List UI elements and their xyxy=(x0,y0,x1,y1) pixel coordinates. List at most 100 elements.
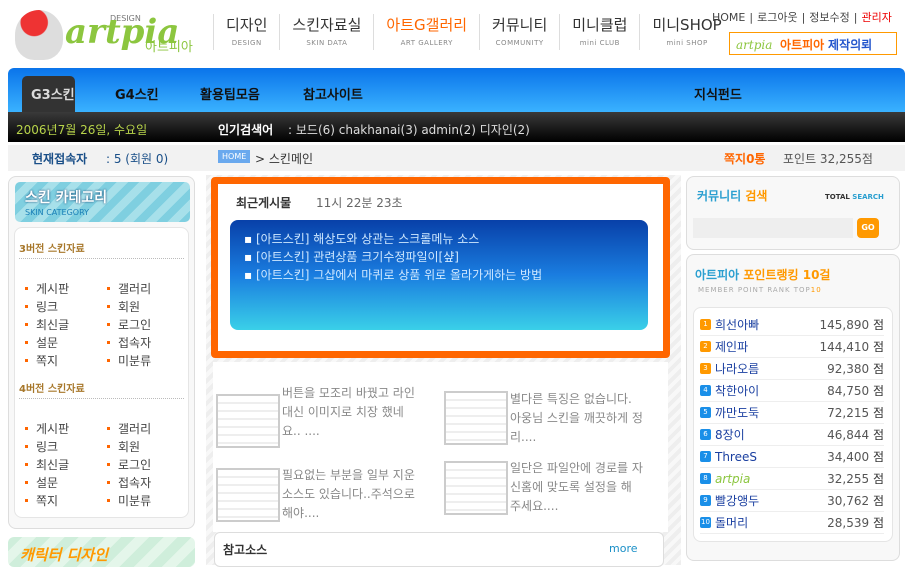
category-item[interactable]: 링크 xyxy=(25,438,107,455)
category-item[interactable]: 로그인 xyxy=(107,316,189,333)
top-link[interactable]: 정보수정 xyxy=(805,11,853,24)
post-excerpt[interactable]: 일단은 파일안에 경로를 자신홈에 맞도록 설정을 해 주세요.... xyxy=(510,459,645,516)
rank-points: 144,410 xyxy=(819,339,870,354)
rank-row[interactable]: 10 돌머리 28,539 점 xyxy=(700,512,884,534)
top-link[interactable]: 로그아웃 xyxy=(753,11,801,24)
post-thumbnail[interactable] xyxy=(444,461,508,515)
tab-g4[interactable]: G4스킨 xyxy=(115,84,159,103)
category-item[interactable]: 쪽지 xyxy=(25,352,107,369)
menu-bar: G3스킨 G4스킨 활용팁모음 참고사이트 지식펀드 xyxy=(8,68,905,112)
category-item[interactable]: 쪽지 xyxy=(25,492,107,509)
category-item[interactable]: 미분류 xyxy=(107,492,189,509)
go-button[interactable]: GO xyxy=(857,218,879,238)
category-item[interactable]: 로그인 xyxy=(107,456,189,473)
category-item[interactable]: 접속자 xyxy=(107,334,189,351)
rank-badge: 3 xyxy=(700,363,711,374)
category-item[interactable]: 갤러리 xyxy=(107,420,189,437)
recent-title: 최근게시물 xyxy=(236,196,292,210)
category-item[interactable]: 링크 xyxy=(25,298,107,315)
category-item[interactable]: 접속자 xyxy=(107,474,189,491)
section-title: 3버전 스킨자료 xyxy=(19,244,85,255)
category-item[interactable]: 설문 xyxy=(25,334,107,351)
status-bar: 현재접속자 : 5 (회원 0) HOME > 스킨메인 쪽지0통 포인트 32… xyxy=(8,145,905,171)
category-item[interactable]: 최신글 xyxy=(25,456,107,473)
top-link[interactable]: HOME xyxy=(708,11,749,24)
rank-name[interactable]: 까만도둑 xyxy=(715,404,827,421)
nav-sublabel: SKIN DATA xyxy=(306,39,348,47)
nav-label: 스킨자료실 xyxy=(292,16,362,34)
rank-badge: 5 xyxy=(700,407,711,418)
post-thumbnail[interactable] xyxy=(444,391,508,445)
banner-logo: artpia xyxy=(736,38,773,52)
post-thumbnail[interactable] xyxy=(216,468,280,522)
category-item[interactable]: 최신글 xyxy=(25,316,107,333)
post-excerpt[interactable]: 별다른 특징은 없습니다. 아웅님 스킨을 깨끗하게 정리.... xyxy=(510,390,645,447)
post-excerpt[interactable]: 필요없는 부분을 일부 지운 소스도 있습니다..주석으로 해야.... xyxy=(282,466,417,523)
category-item[interactable]: 게시판 xyxy=(25,420,107,437)
more-link[interactable]: more xyxy=(609,542,638,555)
rank-points: 30,762 xyxy=(827,493,870,508)
recent-item[interactable]: [아트스킨] 그샵에서 마퀴로 상품 위로 올라가게하는 방법 xyxy=(244,266,648,284)
rank-unit: 점 xyxy=(872,494,884,508)
home-icon[interactable]: HOME xyxy=(218,150,251,163)
recent-item[interactable]: [아트스킨] 해상도와 상관는 스크롤메뉴 소스 xyxy=(244,230,648,248)
rank-name[interactable]: 착한아이 xyxy=(715,382,827,399)
tab-g3[interactable]: G3스킨 xyxy=(22,76,75,112)
category-item[interactable]: 미분류 xyxy=(107,352,189,369)
category-item[interactable]: 회원 xyxy=(107,298,189,315)
rank-points: 72,215 xyxy=(827,405,870,420)
rank-badge: 2 xyxy=(700,341,711,352)
banner-text2: 제작의뢰 xyxy=(828,38,873,52)
rank-points: 84,750 xyxy=(827,383,870,398)
category-item[interactable]: 갤러리 xyxy=(107,280,189,297)
rank-name[interactable]: 희선아빠 xyxy=(715,316,820,333)
rank-row[interactable]: 1 희선아빠 145,890 점 xyxy=(700,314,884,336)
breadcrumb: > 스킨메인 xyxy=(255,152,314,166)
recent-item[interactable]: [아트스킨] 관련상품 크기수정파일이[샾] xyxy=(244,248,648,266)
nav-sublabel: ART GALLERY xyxy=(400,39,453,47)
order-banner[interactable]: artpia 아트피아 제작의뢰 xyxy=(729,32,897,55)
popular-keywords[interactable]: : 보드(6) chakhanai(3) admin(2) 디자인(2) xyxy=(288,121,530,138)
reference-box: 참고소스 more xyxy=(214,532,664,567)
nav-item[interactable]: 디자인 DESIGN xyxy=(213,14,279,50)
rank-name[interactable]: ThreeS xyxy=(715,450,827,464)
category-item[interactable]: 회원 xyxy=(107,438,189,455)
rank-row[interactable]: 5 까만도둑 72,215 점 xyxy=(700,402,884,424)
rank-row[interactable]: 7 ThreeS 34,400 점 xyxy=(700,446,884,468)
rank-row[interactable]: 2 제인파 144,410 점 xyxy=(700,336,884,358)
rank-row[interactable]: 6 8장이 46,844 점 xyxy=(700,424,884,446)
rank-row[interactable]: 4 착한아이 84,750 점 xyxy=(700,380,884,402)
rank-name[interactable]: 제인파 xyxy=(715,338,820,355)
nav-item[interactable]: 커뮤니티 COMMUNITY xyxy=(479,14,559,50)
top-link[interactable]: 관리자 xyxy=(858,11,896,24)
tab-tips[interactable]: 활용팁모음 xyxy=(200,84,260,103)
main-nav: 디자인 DESIGN 스킨자료실 SKIN DATA 아트G갤러리 ART GALLERY… xyxy=(213,14,734,50)
tab-knowledge-fund[interactable]: 지식펀드 xyxy=(694,84,742,103)
rank-name[interactable]: 돌머리 xyxy=(715,514,827,531)
logo-korean: 아트피아 xyxy=(145,40,193,55)
category-item[interactable]: 설문 xyxy=(25,474,107,491)
rank-row[interactable]: 3 나라오름 92,380 점 xyxy=(700,358,884,380)
nav-item[interactable]: 미니클럽 mini CLUB xyxy=(559,14,639,50)
nav-item[interactable]: 아트G갤러리 ART GALLERY xyxy=(373,14,479,50)
rank-name[interactable]: artpia xyxy=(715,472,827,486)
points: 포인트 32,255점 xyxy=(783,152,873,166)
nav-item[interactable]: 스킨자료실 SKIN DATA xyxy=(279,14,373,50)
memo-count[interactable]: 쪽지0통 xyxy=(724,150,765,167)
rank-badge: 1 xyxy=(700,319,711,330)
post-thumbnail[interactable] xyxy=(216,394,280,448)
nav-sublabel: mini SHOP xyxy=(666,39,708,47)
tab-sites[interactable]: 참고사이트 xyxy=(303,84,363,103)
rank-name[interactable]: 나라오름 xyxy=(715,360,827,377)
rank-name[interactable]: 빨강앵두 xyxy=(715,492,827,509)
rank-row[interactable]: 8 artpia 32,255 점 xyxy=(700,468,884,490)
rank-row[interactable]: 9 빨강앵두 30,762 점 xyxy=(700,490,884,512)
search-input[interactable] xyxy=(693,218,853,238)
rank-name[interactable]: 8장이 xyxy=(715,426,827,443)
post-excerpt[interactable]: 버튼을 모조리 바꿨고 라인 대신 이미지로 치장 했네요.. .... xyxy=(282,384,417,441)
category-grid: 게시판 갤러리 링크 회원 최신글 로그인 설문 접속자 쪽지 미분류 xyxy=(25,420,189,509)
post-previews: 버튼을 모조리 바꿨고 라인 대신 이미지로 치장 했네요.. .... 별다른… xyxy=(213,362,668,532)
logo[interactable]: DESIGN artpia 아트피아 xyxy=(15,10,200,60)
ranking-title: 아트피아 포인트랭킹 10걸 xyxy=(695,268,831,282)
category-item[interactable]: 게시판 xyxy=(25,280,107,297)
